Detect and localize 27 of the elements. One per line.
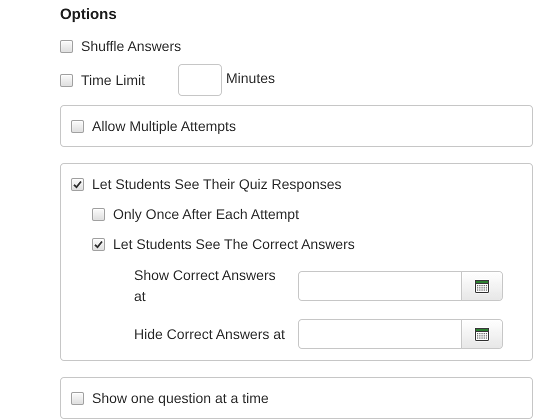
calendar-icon bbox=[475, 328, 489, 340]
date-field[interactable] bbox=[298, 319, 503, 349]
checkbox[interactable] bbox=[92, 208, 105, 220]
calendar-button[interactable] bbox=[461, 272, 502, 300]
option-label: Let Students See The Correct Answers bbox=[113, 234, 355, 254]
calendar-button[interactable] bbox=[461, 320, 502, 348]
option-label: Time Limit bbox=[81, 70, 146, 90]
calendar-icon bbox=[475, 280, 489, 292]
option-label: Only Once After Each Attempt bbox=[113, 204, 299, 224]
option-label: Let Students See Their Quiz Responses bbox=[92, 174, 342, 194]
checkbox[interactable] bbox=[71, 120, 84, 132]
checkbox[interactable] bbox=[71, 392, 84, 404]
unit-label: Minutes bbox=[226, 68, 276, 88]
date-label: Hide Correct Answers at bbox=[134, 324, 286, 344]
option-label: Shuffle Answers bbox=[81, 36, 182, 56]
checkbox[interactable] bbox=[71, 178, 84, 190]
date-field[interactable] bbox=[298, 271, 503, 301]
option-label: Show one question at a time bbox=[92, 388, 269, 408]
checkmark-icon bbox=[94, 240, 103, 248]
checkbox[interactable] bbox=[92, 238, 105, 250]
option-label: Allow Multiple Attempts bbox=[92, 116, 236, 136]
section-title: Options bbox=[60, 5, 118, 25]
date-label: Show Correct Answers at bbox=[134, 266, 277, 306]
checkbox[interactable] bbox=[60, 40, 73, 52]
checkbox[interactable] bbox=[60, 74, 73, 86]
checkmark-icon bbox=[73, 180, 82, 188]
minutes-field[interactable] bbox=[178, 64, 222, 96]
